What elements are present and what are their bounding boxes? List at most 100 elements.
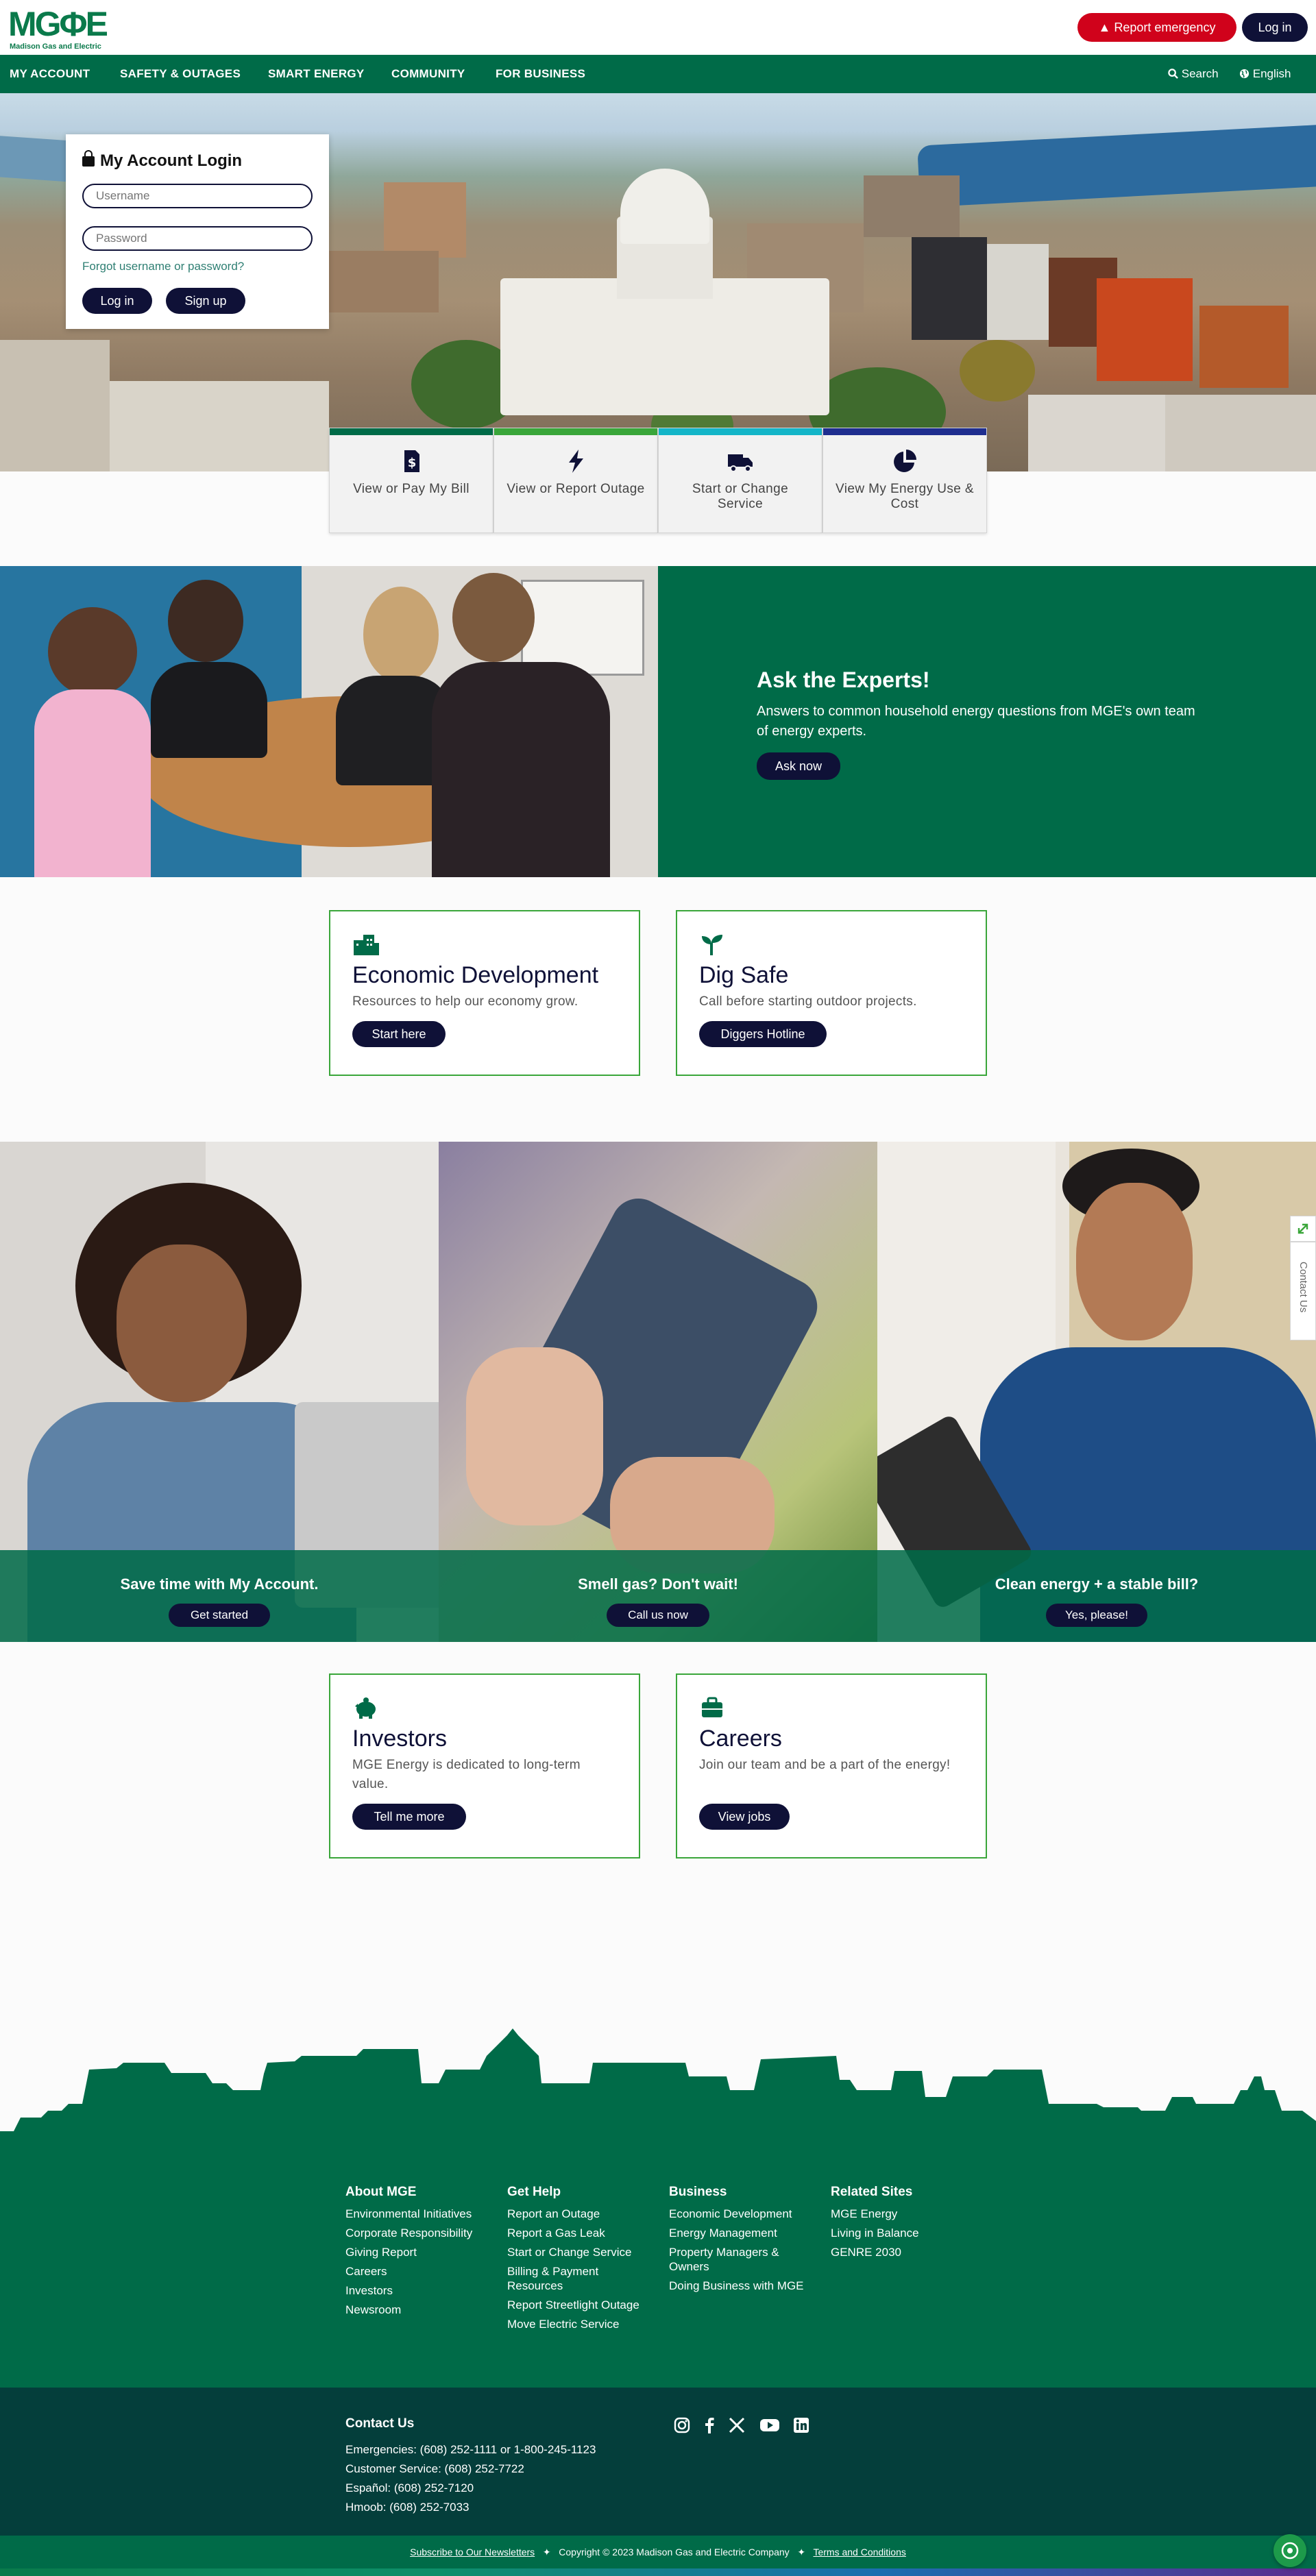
truck-icon [728, 454, 753, 472]
footer-link[interactable]: GENRE 2030 [831, 2245, 968, 2259]
nav-smart-energy[interactable]: SMART ENERGY [268, 55, 365, 93]
tile-report-outage[interactable]: View or Report Outage [494, 428, 658, 533]
card-description: Join our team and be a part of the energ… [699, 1758, 951, 1772]
card-investors: Investors MGE Energy is dedicated to lon… [329, 1673, 640, 1859]
contact-emergencies[interactable]: Emergencies: (608) 252-1111 or 1-800-245… [345, 2442, 596, 2457]
footer-link[interactable]: Billing & Payment Resources [507, 2264, 644, 2293]
newsletter-link[interactable]: Subscribe to Our Newsletters [410, 2547, 535, 2557]
footer-link[interactable]: Corporate Responsibility [345, 2226, 483, 2240]
warning-icon: ▲ [1098, 21, 1114, 34]
start-here-button[interactable]: Start here [352, 1021, 446, 1047]
capitol-building [500, 278, 829, 415]
login-button[interactable]: Log in [82, 288, 152, 314]
tile-pay-bill[interactable]: $ View or Pay My Bill [329, 428, 494, 533]
facebook-icon[interactable] [700, 2416, 718, 2434]
promo-clean-energy: Clean energy + a stable bill? Yes, pleas… [877, 1142, 1316, 1642]
footer-col-business: Business Economic Development Energy Man… [669, 2183, 806, 2298]
password-input[interactable] [82, 226, 313, 251]
footer-link[interactable]: Doing Business with MGE [669, 2279, 806, 2293]
footer-legal-bar: Subscribe to Our Newsletters ✦ Copyright… [0, 2536, 1316, 2568]
nav-community[interactable]: COMMUNITY [391, 55, 465, 93]
ask-now-button[interactable]: Ask now [757, 752, 840, 780]
card-title: Economic Development [352, 962, 599, 988]
diggers-hotline-button[interactable]: Diggers Hotline [699, 1021, 827, 1047]
copyright-text: Copyright © 2023 Madison Gas and Electri… [559, 2547, 790, 2557]
chat-icon [1281, 2542, 1299, 2560]
nav-my-account[interactable]: MY ACCOUNT [10, 55, 90, 93]
instagram-icon[interactable] [673, 2416, 691, 2434]
card-description: Resources to help our economy grow. [352, 994, 578, 1009]
tile-start-service[interactable]: Start or Change Service [658, 428, 822, 533]
brand-gradient-strip [0, 2568, 1316, 2576]
call-us-now-button[interactable]: Call us now [607, 1604, 709, 1627]
lock-icon [82, 150, 95, 167]
tell-me-more-button[interactable]: Tell me more [352, 1804, 466, 1830]
tile-energy-use[interactable]: View My Energy Use & Cost [822, 428, 987, 533]
footer-links: About MGE Environmental Initiatives Corp… [0, 2150, 1316, 2388]
main-nav: MY ACCOUNT SAFETY & OUTAGES SMART ENERGY… [0, 55, 1316, 93]
x-icon[interactable] [728, 2416, 746, 2434]
piggy-bank-icon [355, 1697, 376, 1719]
card-careers: Careers Join our team and be a part of t… [676, 1673, 987, 1859]
account-login-card: My Account Login Forgot username or pass… [66, 134, 329, 329]
buildings-icon [354, 935, 379, 955]
view-jobs-button[interactable]: View jobs [699, 1804, 790, 1830]
sprout-icon [702, 935, 722, 955]
contact-heading: Contact Us [345, 2416, 415, 2431]
contact-hmoob[interactable]: Hmoob: (608) 252-7033 [345, 2500, 470, 2515]
footer-link[interactable]: Living in Balance [831, 2226, 968, 2240]
contact-espanol[interactable]: Español: (608) 252-7120 [345, 2481, 474, 2496]
card-economic-development: Economic Development Resources to help o… [329, 910, 640, 1076]
footer-link[interactable]: Careers [345, 2264, 483, 2279]
search-link[interactable]: Search [1168, 55, 1219, 93]
globe-icon [1239, 69, 1250, 79]
signup-button[interactable]: Sign up [166, 288, 245, 314]
terms-link[interactable]: Terms and Conditions [813, 2547, 905, 2557]
youtube-icon[interactable] [759, 2416, 780, 2434]
bill-icon: $ [404, 450, 419, 472]
footer-link[interactable]: MGE Energy [831, 2207, 968, 2221]
expand-icon-button[interactable] [1290, 1216, 1316, 1242]
card-dig-safe: Dig Safe Call before starting outdoor pr… [676, 910, 987, 1076]
footer-link[interactable]: Economic Development [669, 2207, 806, 2221]
footer-link[interactable]: Move Electric Service [507, 2317, 644, 2331]
nav-safety-outages[interactable]: SAFETY & OUTAGES [120, 55, 241, 93]
ask-experts-panel: Ask the Experts! Answers to common house… [658, 566, 1316, 877]
mge-logo[interactable]: MGΦE Madison Gas and Electric [7, 4, 110, 52]
footer-link[interactable]: Investors [345, 2283, 483, 2298]
experts-title: Ask the Experts! [757, 667, 930, 692]
forgot-credentials-link[interactable]: Forgot username or password? [82, 259, 244, 274]
top-header: MGΦE Madison Gas and Electric ▲ Report e… [0, 0, 1316, 55]
language-selector[interactable]: English [1239, 55, 1291, 93]
separator-icon: ✦ [542, 2547, 551, 2557]
footer-link[interactable]: Report an Outage [507, 2207, 644, 2221]
footer-link[interactable]: Report Streetlight Outage [507, 2298, 644, 2312]
get-started-button[interactable]: Get started [169, 1604, 270, 1627]
header-login-button[interactable]: Log in [1242, 13, 1308, 42]
contact-customer-service[interactable]: Customer Service: (608) 252-7722 [345, 2462, 524, 2477]
footer-link[interactable]: Report a Gas Leak [507, 2226, 644, 2240]
lightning-icon [569, 450, 583, 473]
footer-link[interactable]: Energy Management [669, 2226, 806, 2240]
footer-link[interactable]: Environmental Initiatives [345, 2207, 483, 2221]
card-title: Investors [352, 1726, 447, 1752]
footer-link[interactable]: Property Managers & Owners [669, 2245, 806, 2274]
contact-us-tab[interactable]: Contact Us [1290, 1242, 1316, 1340]
report-emergency-button[interactable]: ▲ Report emergency [1077, 13, 1236, 42]
card-title: Dig Safe [699, 962, 789, 988]
footer-link[interactable]: Giving Report [345, 2245, 483, 2259]
chat-button[interactable] [1274, 2534, 1306, 2567]
search-icon [1168, 69, 1178, 79]
footer-link[interactable]: Start or Change Service [507, 2245, 644, 2259]
promo-smell-gas: Smell gas? Don't wait! Call us now [439, 1142, 877, 1642]
experts-team-photo [0, 566, 658, 877]
footer-col-about: About MGE Environmental Initiatives Corp… [345, 2183, 483, 2322]
yes-please-button[interactable]: Yes, please! [1046, 1604, 1147, 1627]
footer-contact: Contact Us Emergencies: (608) 252-1111 o… [0, 2388, 1316, 2536]
linkedin-icon[interactable] [792, 2416, 810, 2434]
promo-title: Smell gas? Don't wait! [578, 1575, 738, 1593]
card-description: Call before starting outdoor projects. [699, 994, 917, 1009]
nav-for-business[interactable]: FOR BUSINESS [496, 55, 585, 93]
footer-link[interactable]: Newsroom [345, 2303, 483, 2317]
username-input[interactable] [82, 184, 313, 208]
